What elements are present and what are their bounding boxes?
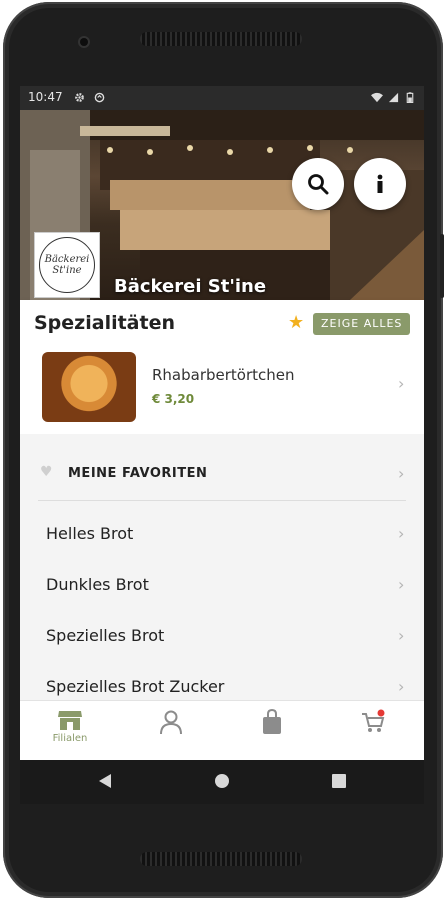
- status-bar: 10:47: [20, 86, 424, 110]
- nav-profile[interactable]: [141, 709, 201, 755]
- favorites-label: MEINE FAVORITEN: [68, 466, 208, 481]
- shopping-bag-icon: [263, 709, 281, 734]
- status-time: 10:47: [28, 90, 63, 104]
- power-button: [440, 234, 444, 298]
- sync-icon: [94, 92, 105, 103]
- nav-filialen[interactable]: Filialen: [40, 709, 100, 755]
- user-icon: [160, 710, 182, 735]
- category-item[interactable]: Spezielles Brot ›: [20, 612, 424, 662]
- special-product-item[interactable]: Rhabarbertörtchen € 3,20 ›: [20, 344, 424, 430]
- specials-card: Spezialitäten ★ ZEIGE ALLES Rhabarbertör…: [20, 300, 424, 434]
- store-icon: [58, 711, 82, 730]
- nav-orders[interactable]: [242, 709, 302, 755]
- bottom-navigation: Filialen: [20, 700, 424, 760]
- chevron-right-icon: ›: [398, 464, 405, 483]
- home-icon[interactable]: [213, 772, 231, 790]
- category-list: ♥ MEINE FAVORITEN › Helles Brot › Dunkle…: [20, 434, 424, 702]
- category-label: Dunkles Brot: [46, 575, 149, 594]
- shop-name: Bäckerei St'ine: [114, 276, 267, 297]
- specials-title: Spezialitäten: [34, 312, 175, 334]
- chevron-right-icon: ›: [398, 677, 405, 696]
- top-speaker: [140, 32, 302, 46]
- chevron-right-icon: ›: [398, 626, 405, 645]
- shop-header-image: Bäckerei St'ine Bäckerei St'ine: [20, 110, 424, 300]
- heart-icon: ♥: [40, 464, 53, 480]
- cart-icon: [362, 709, 385, 732]
- category-item[interactable]: Dunkles Brot ›: [20, 561, 424, 611]
- search-button[interactable]: [292, 158, 344, 210]
- category-label: Spezielles Brot Zucker: [46, 677, 225, 696]
- nav-filialen-label: Filialen: [52, 733, 88, 744]
- chevron-right-icon: ›: [398, 374, 405, 393]
- bottom-speaker: [140, 852, 302, 866]
- app-screen: 10:47 Bäckerei St'ine Bäckerei St'ine Sp…: [20, 86, 424, 760]
- info-button[interactable]: [354, 158, 406, 210]
- star-icon[interactable]: ★: [288, 312, 304, 333]
- chevron-right-icon: ›: [398, 524, 405, 543]
- shop-logo-text: Bäckerei St'ine: [39, 237, 95, 293]
- product-price: € 3,20: [152, 392, 195, 406]
- signal-icon: [388, 92, 399, 103]
- front-camera: [80, 38, 88, 46]
- search-icon: [308, 174, 329, 195]
- chevron-right-icon: ›: [398, 575, 405, 594]
- back-icon[interactable]: [96, 772, 114, 790]
- settings-icon: [75, 93, 84, 102]
- favorites-row[interactable]: ♥ MEINE FAVORITEN ›: [20, 452, 424, 498]
- category-label: Helles Brot: [46, 524, 134, 543]
- show-all-button[interactable]: ZEIGE ALLES: [313, 313, 411, 335]
- product-image: [42, 352, 136, 422]
- product-name: Rhabarbertörtchen: [152, 366, 295, 384]
- category-item[interactable]: Helles Brot ›: [20, 510, 424, 560]
- recents-icon[interactable]: [330, 772, 348, 790]
- nav-cart[interactable]: [343, 709, 403, 755]
- info-icon: [377, 174, 383, 193]
- battery-icon: [406, 92, 414, 103]
- cart-badge-dot: [377, 709, 385, 717]
- divider: [38, 500, 406, 501]
- android-navigation-bar: [20, 760, 424, 804]
- shop-logo: Bäckerei St'ine: [34, 232, 100, 298]
- wifi-icon: [371, 92, 383, 103]
- category-label: Spezielles Brot: [46, 626, 165, 645]
